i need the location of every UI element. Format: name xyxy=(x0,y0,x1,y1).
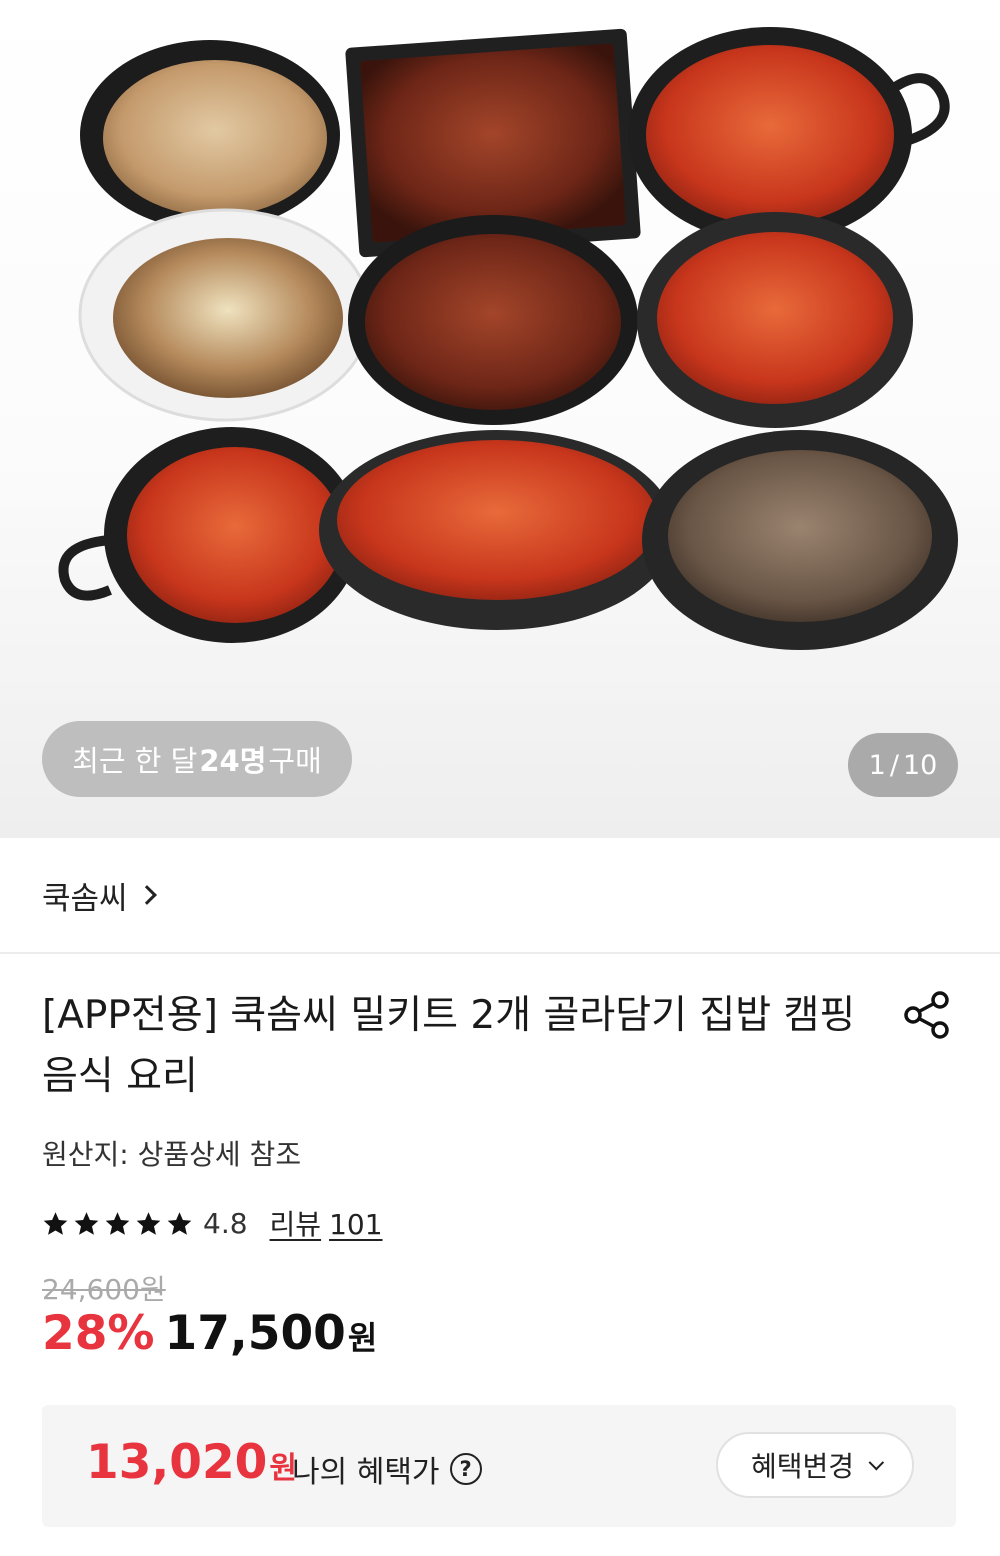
star-icon xyxy=(136,1211,161,1235)
sale-price: 17,500 xyxy=(164,1306,346,1361)
star-icon xyxy=(43,1211,68,1235)
sale-price-currency: 원 xyxy=(347,1319,378,1357)
benefit-label: 나의 혜택가 xyxy=(292,1455,440,1490)
pager-current: 1 xyxy=(868,749,886,781)
discount-rate: 28% xyxy=(42,1306,155,1361)
rating-value: 4.8 xyxy=(203,1206,248,1240)
benefit-label-group: 나의 혜택가 ? xyxy=(292,1447,482,1491)
product-title: [APP전용] 쿡솜씨 밀키트 2개 골라담기 집밥 캠핑 음식 요리 xyxy=(42,993,856,1099)
star-icon xyxy=(167,1211,192,1235)
benefit-price-box: 13,020 원 나의 혜택가 ? 혜택변경 xyxy=(42,1405,956,1527)
pager-separator: / xyxy=(889,749,899,781)
benefit-price-value: 13,020 xyxy=(86,1435,268,1490)
change-benefit-label: 혜택변경 xyxy=(750,1450,855,1483)
original-price: 24,600원 xyxy=(42,1273,166,1306)
chevron-right-icon xyxy=(136,885,157,905)
recent-purchase-count: 24명 xyxy=(199,744,267,778)
review-label: 리뷰 xyxy=(269,1208,322,1241)
help-icon[interactable]: ? xyxy=(449,1453,482,1485)
star-rating xyxy=(42,1210,193,1237)
recent-purchase-prefix: 최근 한 달 xyxy=(72,744,198,778)
product-image-carousel[interactable]: 최근 한 달 24명 구매 1 / 10 xyxy=(0,0,1000,838)
review-link[interactable]: 리뷰 101 xyxy=(270,1203,383,1243)
store-link[interactable]: 쿡솜씨 xyxy=(0,838,1000,954)
image-pager: 1 / 10 xyxy=(848,733,958,797)
review-count: 101 xyxy=(329,1208,383,1241)
pager-total: 10 xyxy=(902,749,938,781)
price-row: 28% 17,500 원 xyxy=(42,1306,377,1372)
benefit-price: 13,020 원 xyxy=(86,1435,297,1490)
store-name: 쿡솜씨 xyxy=(42,880,128,917)
recent-purchase-suffix: 구매 xyxy=(268,744,322,778)
chevron-down-icon xyxy=(868,1454,885,1470)
product-main-image xyxy=(58,27,958,650)
star-icon xyxy=(74,1211,99,1235)
rating-row: 4.8 리뷰 101 xyxy=(42,1203,383,1243)
origin-info: 원산지: 상품상세 참조 xyxy=(42,1138,302,1171)
recent-purchase-badge: 최근 한 달 24명 구매 xyxy=(42,721,352,797)
change-benefit-button[interactable]: 혜택변경 xyxy=(716,1432,914,1498)
star-icon xyxy=(105,1211,130,1235)
share-icon[interactable] xyxy=(900,988,954,1042)
